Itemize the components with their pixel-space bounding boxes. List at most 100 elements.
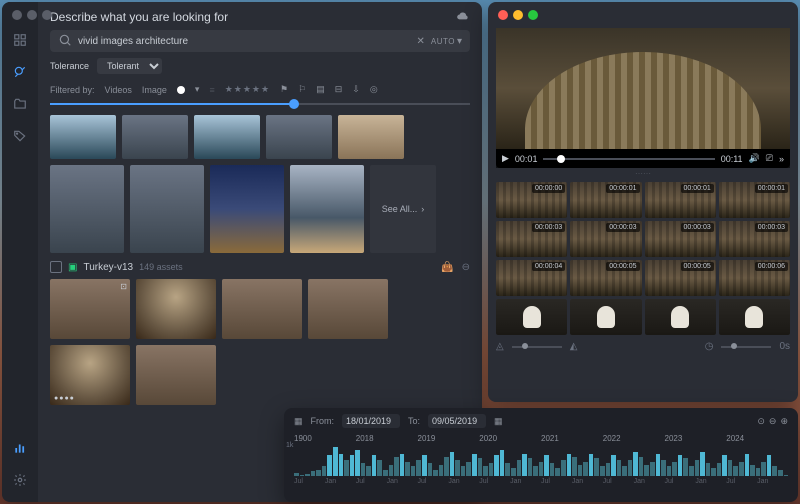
- thumb[interactable]: [130, 165, 204, 253]
- histogram-bar[interactable]: [761, 462, 766, 476]
- thumb[interactable]: [50, 165, 124, 253]
- histogram-bar[interactable]: [400, 454, 405, 476]
- histogram-bar[interactable]: [756, 468, 761, 476]
- zoom-out-icon[interactable]: ⊖: [769, 416, 777, 427]
- histogram-bar[interactable]: [344, 460, 349, 476]
- frame-thumb[interactable]: 00:00:01: [645, 182, 716, 218]
- search-input[interactable]: [78, 36, 417, 47]
- histogram-bar[interactable]: [661, 460, 666, 476]
- histogram-bar[interactable]: [717, 463, 722, 476]
- list-icon[interactable]: ▤: [316, 84, 325, 95]
- histogram-bar[interactable]: [544, 455, 549, 476]
- histogram-bar[interactable]: [550, 463, 555, 476]
- frame-thumb[interactable]: 00:00:03: [570, 221, 641, 257]
- histogram-bar[interactable]: [778, 470, 783, 476]
- histogram-bar[interactable]: [311, 471, 316, 476]
- clear-icon[interactable]: ✕: [417, 36, 425, 47]
- thumbnails-small-icon[interactable]: ◬: [496, 341, 504, 352]
- frame-thumb[interactable]: 00:00:03: [719, 221, 790, 257]
- frame-thumb[interactable]: [645, 299, 716, 335]
- frame-thumb[interactable]: 00:00:03: [645, 221, 716, 257]
- histogram-bar[interactable]: [350, 455, 355, 476]
- histogram-bar[interactable]: [567, 454, 572, 476]
- nav-tag-icon[interactable]: [10, 126, 30, 146]
- thumb[interactable]: [122, 115, 188, 159]
- histogram-bar[interactable]: [555, 468, 560, 476]
- chevron-down-icon[interactable]: ▾: [195, 84, 200, 95]
- histogram-bar[interactable]: [500, 450, 505, 476]
- to-input[interactable]: [428, 414, 486, 428]
- histogram-bar[interactable]: [700, 452, 705, 476]
- histogram-bar[interactable]: [505, 463, 510, 476]
- histogram-bar[interactable]: [389, 465, 394, 476]
- calendar-icon[interactable]: ▦: [294, 416, 303, 427]
- histogram-bar[interactable]: [461, 466, 466, 476]
- chevron-down-icon[interactable]: ▾: [457, 36, 462, 47]
- histogram-bar[interactable]: [411, 466, 416, 476]
- volume-icon[interactable]: 🔊: [749, 153, 760, 164]
- location-icon[interactable]: ◎: [370, 84, 378, 95]
- histogram-bar[interactable]: [611, 455, 616, 476]
- tolerance-select[interactable]: Tolerant: [97, 58, 162, 74]
- histogram-bar[interactable]: [511, 468, 516, 476]
- expand-icon[interactable]: »: [779, 154, 784, 164]
- nav-grid-icon[interactable]: [10, 30, 30, 50]
- thumb[interactable]: [338, 115, 404, 159]
- histogram-bar[interactable]: [416, 460, 421, 476]
- thumb[interactable]: [136, 279, 216, 339]
- histogram-bar[interactable]: [494, 455, 499, 476]
- histogram-bar[interactable]: [361, 463, 366, 476]
- filter-chip-videos[interactable]: Videos: [105, 85, 132, 95]
- zoom-fit-icon[interactable]: ⊙: [757, 416, 765, 427]
- flag-icon[interactable]: ⚑: [280, 84, 288, 95]
- histogram-bar[interactable]: [483, 466, 488, 476]
- histogram-bar[interactable]: [355, 450, 360, 476]
- person-icon[interactable]: ⇩: [352, 84, 360, 95]
- histogram-bar[interactable]: [366, 466, 371, 476]
- histogram-bar[interactable]: [333, 447, 338, 476]
- histogram-bar[interactable]: [628, 460, 633, 476]
- remove-icon[interactable]: ⊖: [462, 262, 470, 273]
- nav-stats-icon[interactable]: [10, 438, 30, 458]
- histogram-bar[interactable]: [733, 466, 738, 476]
- histogram-bar[interactable]: [722, 455, 727, 476]
- drag-handle-icon[interactable]: ⋯⋯: [488, 168, 798, 178]
- frame-thumb[interactable]: 00:00:03: [496, 221, 567, 257]
- histogram-bar[interactable]: [656, 454, 661, 476]
- histogram-bar[interactable]: [689, 466, 694, 476]
- bag-icon[interactable]: 👜: [441, 262, 453, 273]
- see-all-button[interactable]: See All...›: [370, 165, 436, 253]
- thumb[interactable]: ⊡: [50, 279, 130, 339]
- nav-search-icon[interactable]: [10, 62, 30, 82]
- histogram-bar[interactable]: [472, 454, 477, 476]
- histogram-bar[interactable]: [784, 475, 789, 476]
- histogram-bar[interactable]: [711, 468, 716, 476]
- frame-thumb[interactable]: 00:00:01: [570, 182, 641, 218]
- histogram-bar[interactable]: [750, 465, 755, 476]
- histogram-bar[interactable]: [478, 458, 483, 476]
- histogram-bar[interactable]: [300, 475, 305, 476]
- pip-icon[interactable]: ⎚: [766, 153, 773, 164]
- histogram-bar[interactable]: [539, 462, 544, 476]
- thumb[interactable]: [266, 115, 332, 159]
- thumb[interactable]: [50, 115, 116, 159]
- nav-folder-icon[interactable]: [10, 94, 30, 114]
- histogram-bar[interactable]: [633, 452, 638, 476]
- histogram-bar[interactable]: [528, 458, 533, 476]
- close-button[interactable]: [498, 10, 508, 20]
- checkbox[interactable]: [50, 261, 62, 273]
- thumb[interactable]: [136, 345, 216, 405]
- histogram-bar[interactable]: [644, 465, 649, 476]
- play-button[interactable]: ▶: [502, 153, 509, 164]
- thumbnails-large-icon[interactable]: ◭: [570, 341, 578, 352]
- histogram-bar[interactable]: [578, 465, 583, 476]
- filter-chip-image[interactable]: Image: [142, 85, 167, 95]
- histogram-bar[interactable]: [739, 462, 744, 476]
- from-input[interactable]: [342, 414, 400, 428]
- histogram-bar[interactable]: [650, 462, 655, 476]
- histogram-bar[interactable]: [622, 466, 627, 476]
- histogram-bar[interactable]: [394, 457, 399, 476]
- histogram-bar[interactable]: [433, 470, 438, 476]
- minimize-button[interactable]: [513, 10, 523, 20]
- histogram-bar[interactable]: [606, 463, 611, 476]
